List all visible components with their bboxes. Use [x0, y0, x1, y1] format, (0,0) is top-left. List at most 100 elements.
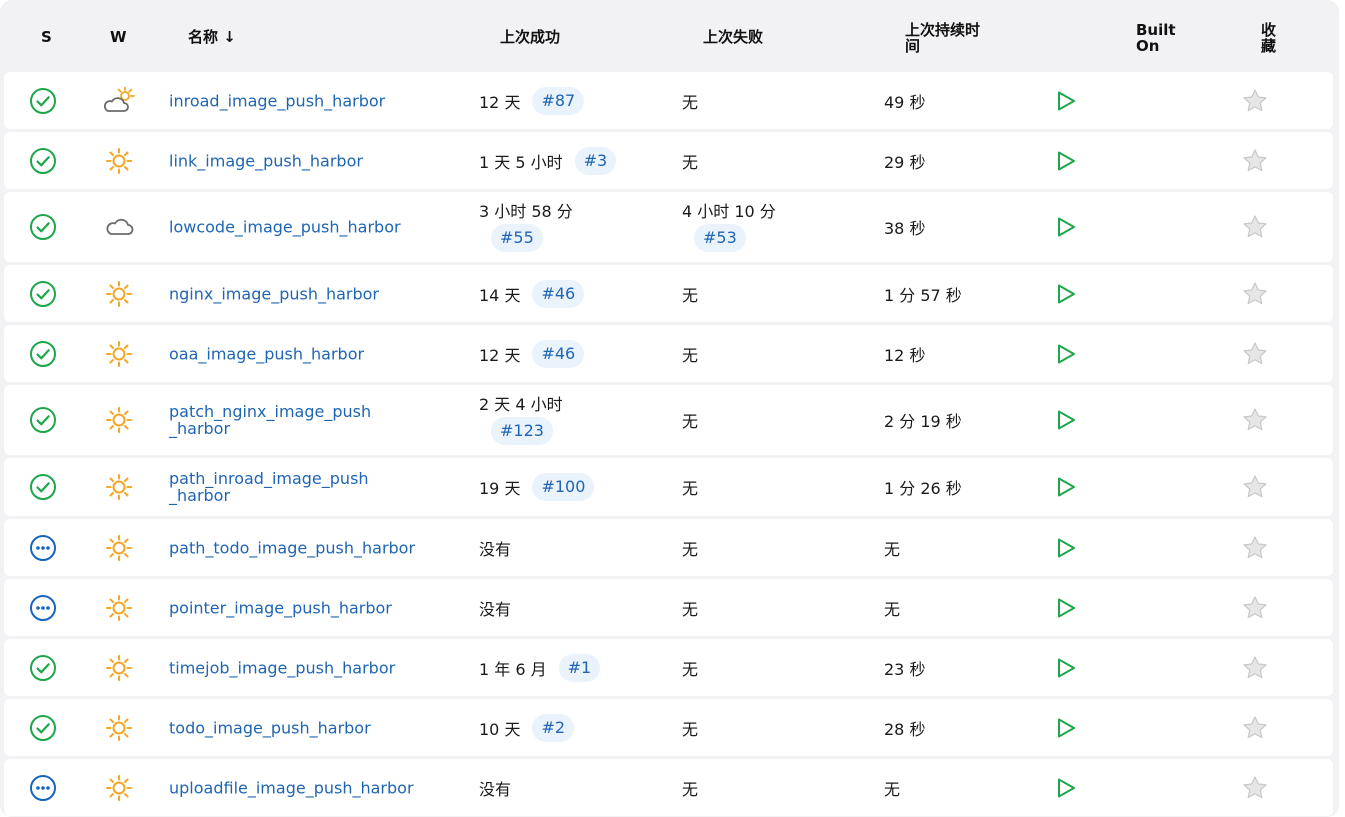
last-success-build-link[interactable]: #3	[574, 146, 617, 175]
play-icon[interactable]	[1054, 656, 1078, 680]
play-icon[interactable]	[1054, 89, 1078, 113]
play-icon[interactable]	[1054, 215, 1078, 239]
last-failure-time: 无	[682, 285, 699, 305]
status-success-icon[interactable]	[29, 87, 57, 115]
star-icon[interactable]	[1242, 715, 1268, 741]
last-failure-build-link[interactable]: #53	[694, 224, 746, 252]
last-duration-column-header[interactable]: 上次持续时 间	[905, 22, 980, 54]
job-name-link[interactable]: todo_image_push_harbor	[169, 719, 399, 736]
table-row: oaa_image_push_harbor 12 天 #46 无 12 秒	[4, 325, 1333, 382]
sun-icon	[103, 594, 135, 622]
status-success-icon[interactable]	[29, 406, 57, 434]
job-name-link[interactable]: link_image_push_harbor	[169, 152, 399, 169]
star-icon[interactable]	[1242, 407, 1268, 433]
last-success-build-link[interactable]: #100	[532, 473, 595, 501]
last-duration: 1 分 26 秒	[884, 479, 962, 498]
job-name-link[interactable]: path_todo_image_push_harbor	[169, 539, 415, 556]
job-name-line1: pointer_image_push_harbor	[169, 598, 392, 617]
last-success-build-link[interactable]: #2	[532, 713, 575, 742]
status-in-progress-icon[interactable]	[29, 534, 57, 562]
play-icon[interactable]	[1054, 776, 1078, 800]
status-success-icon[interactable]	[29, 654, 57, 682]
favorite-header-line1: 收	[1261, 21, 1277, 39]
last-success-build-link[interactable]: #87	[532, 86, 585, 115]
status-success-icon[interactable]	[29, 147, 57, 175]
last-success-build-link[interactable]: #55	[491, 224, 543, 252]
play-icon[interactable]	[1054, 282, 1078, 306]
job-name-line1: inroad_image_push_harbor	[169, 91, 386, 110]
last-success-time: 19 天	[479, 479, 521, 498]
job-name-link[interactable]: patch_nginx_image_push _harbor	[169, 403, 399, 437]
job-name-link[interactable]: timejob_image_push_harbor	[169, 659, 399, 676]
play-icon[interactable]	[1054, 408, 1078, 432]
last-success-column-header[interactable]: 上次成功	[500, 29, 560, 45]
status-success-icon[interactable]	[29, 280, 57, 308]
last-success-build-link[interactable]: #1	[558, 653, 601, 682]
job-name-link[interactable]: lowcode_image_push_harbor	[169, 219, 401, 236]
last-success: 1 天 5 小时 #3	[479, 146, 669, 175]
star-icon[interactable]	[1242, 281, 1268, 307]
status-in-progress-icon[interactable]	[29, 774, 57, 802]
play-icon[interactable]	[1054, 596, 1078, 620]
play-icon[interactable]	[1054, 716, 1078, 740]
star-icon[interactable]	[1242, 775, 1268, 801]
star-icon[interactable]	[1242, 474, 1268, 500]
status-success-icon[interactable]	[29, 213, 57, 241]
star-icon[interactable]	[1242, 655, 1268, 681]
star-icon[interactable]	[1242, 595, 1268, 621]
star-icon[interactable]	[1242, 88, 1268, 114]
last-success: 没有	[479, 536, 669, 560]
star-icon[interactable]	[1242, 148, 1268, 174]
last-failure: 无	[682, 149, 872, 173]
last-success-time: 没有	[479, 539, 512, 559]
play-icon[interactable]	[1054, 149, 1078, 173]
last-duration: 28 秒	[884, 719, 926, 739]
last-failure: 无	[682, 536, 872, 560]
last-success-build-link[interactable]: #46	[532, 339, 585, 368]
last-failure-time: 无	[682, 92, 699, 112]
sun-icon	[103, 714, 135, 742]
table-row: link_image_push_harbor 1 天 5 小时 #3 无 29 秒	[4, 132, 1333, 189]
favorite-header-line2: 藏	[1261, 37, 1277, 55]
job-name-line1: nginx_image_push_harbor	[169, 284, 380, 303]
star-icon[interactable]	[1242, 535, 1268, 561]
last-duration: 29 秒	[884, 152, 926, 172]
last-failure-time: 无	[682, 152, 699, 172]
last-failure: 无	[682, 342, 872, 366]
last-failure-time: 4 小时 10 分	[682, 202, 776, 221]
last-success-time: 没有	[479, 779, 512, 799]
name-column-header[interactable]: 名称 ↓	[188, 29, 236, 45]
job-name-link[interactable]: path_inroad_image_push _harbor	[169, 470, 399, 504]
status-in-progress-icon[interactable]	[29, 594, 57, 622]
last-duration: 2 分 19 秒	[884, 412, 962, 431]
last-failure: 无	[682, 656, 872, 680]
sun-icon	[103, 340, 135, 368]
play-icon[interactable]	[1054, 475, 1078, 499]
play-icon[interactable]	[1054, 342, 1078, 366]
play-icon[interactable]	[1054, 536, 1078, 560]
status-success-icon[interactable]	[29, 714, 57, 742]
last-failure-column-header[interactable]: 上次失败	[703, 29, 763, 45]
status-column-header[interactable]: S	[41, 29, 52, 45]
job-name-link[interactable]: nginx_image_push_harbor	[169, 285, 399, 302]
last-success: 14 天 #46	[479, 279, 669, 308]
last-success-time: 12 天	[479, 92, 521, 112]
last-duration: 23 秒	[884, 659, 926, 679]
weather-column-header[interactable]: W	[110, 29, 127, 45]
last-success-build-link[interactable]: #123	[491, 417, 553, 445]
status-success-icon[interactable]	[29, 473, 57, 501]
last-success-build-link[interactable]: #46	[532, 279, 585, 308]
job-name-link[interactable]: inroad_image_push_harbor	[169, 92, 399, 109]
star-icon[interactable]	[1242, 214, 1268, 240]
favorite-column-header[interactable]: 收 藏	[1261, 22, 1276, 54]
last-success-time: 14 天	[479, 285, 521, 305]
last-duration-header-line1: 上次持续时	[905, 21, 981, 39]
star-icon[interactable]	[1242, 341, 1268, 367]
last-duration: 12 秒	[884, 345, 926, 365]
status-success-icon[interactable]	[29, 340, 57, 368]
last-success: 没有	[479, 776, 669, 800]
built-on-column-header[interactable]: Built On	[1136, 22, 1176, 54]
job-name-link[interactable]: uploadfile_image_push_harbor	[169, 779, 414, 796]
job-name-link[interactable]: oaa_image_push_harbor	[169, 345, 399, 362]
job-name-link[interactable]: pointer_image_push_harbor	[169, 599, 399, 616]
